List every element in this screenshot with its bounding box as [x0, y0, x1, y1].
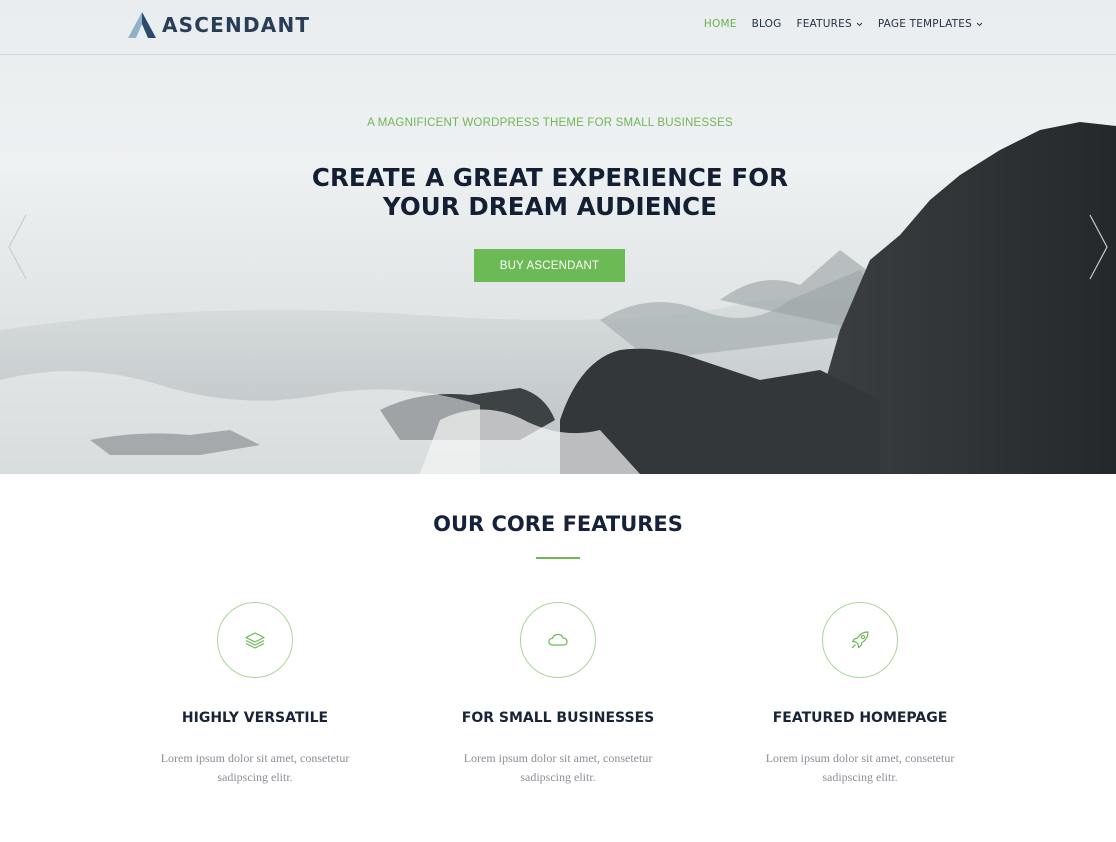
chevron-left-icon[interactable]: [6, 213, 28, 281]
feature-description: Lorem ipsum dolor sit amet, consetetur s…: [765, 751, 955, 784]
nav-item-home[interactable]: HOME: [704, 18, 737, 30]
logo[interactable]: ASCENDANT: [126, 10, 310, 40]
hero-eyebrow: A MAGNIFICENT WORDPRESS THEME FOR SMALL …: [367, 117, 733, 129]
nav-item-label: PAGE TEMPLATES: [877, 18, 972, 30]
rocket-icon: [851, 631, 869, 649]
nav-item-label: BLOG: [751, 18, 782, 30]
layers-icon: [245, 632, 265, 649]
hero-slider: ASCENDANT HOME BLOG FEATURES PAGE TEMPLA…: [0, 0, 1116, 474]
chevron-down-icon: [856, 22, 863, 26]
feature-card: FOR SMALL BUSINESSES Lorem ipsum dolor s…: [438, 602, 678, 787]
nav-item-label: HOME: [703, 18, 737, 30]
nav-item-blog[interactable]: BLOG: [752, 18, 782, 30]
feature-card: FEATURED HOMEPAGE Lorem ipsum dolor sit …: [740, 602, 980, 787]
hero-title-line2: YOUR DREAM AUDIENCE: [382, 192, 718, 221]
feature-title: FEATURED HOMEPAGE: [772, 710, 948, 726]
cloud-icon: [548, 633, 568, 646]
nav-item-label: FEATURES: [796, 18, 852, 30]
feature-title: HIGHLY VERSATILE: [181, 710, 329, 726]
hero-background-image: [0, 122, 1116, 474]
chevron-right-icon[interactable]: [1088, 213, 1110, 281]
nav-item-page-templates[interactable]: PAGE TEMPLATES: [878, 18, 983, 30]
logo-mark-icon: [128, 12, 156, 38]
chevron-down-icon: [976, 22, 983, 26]
hero-title: CREATE A GREAT EXPERIENCE FOR YOUR DREAM…: [0, 163, 1100, 221]
core-features-section: OUR CORE FEATURES HIGHLY VERSATILE Lorem…: [0, 474, 1116, 842]
nav-item-features[interactable]: FEATURES: [796, 18, 863, 30]
main-nav: HOME BLOG FEATURES PAGE TEMPLATES: [704, 18, 983, 30]
feature-description: Lorem ipsum dolor sit amet, consetetur s…: [160, 751, 350, 784]
feature-icon-circle: [217, 602, 293, 678]
feature-icon-circle: [822, 602, 898, 678]
feature-description: Lorem ipsum dolor sit amet, consetetur s…: [463, 751, 653, 784]
feature-icon-circle: [520, 602, 596, 678]
header: ASCENDANT HOME BLOG FEATURES PAGE TEMPLA…: [0, 0, 1116, 55]
buy-ascendant-button[interactable]: BUY ASCENDANT: [474, 249, 625, 282]
logo-text: ASCENDANT: [162, 13, 311, 37]
feature-card: HIGHLY VERSATILE Lorem ipsum dolor sit a…: [135, 602, 375, 787]
title-divider: [536, 557, 580, 559]
hero-title-line1: CREATE A GREAT EXPERIENCE FOR: [311, 163, 789, 192]
section-title: OUR CORE FEATURES: [433, 512, 683, 536]
feature-title: FOR SMALL BUSINESSES: [461, 710, 655, 726]
